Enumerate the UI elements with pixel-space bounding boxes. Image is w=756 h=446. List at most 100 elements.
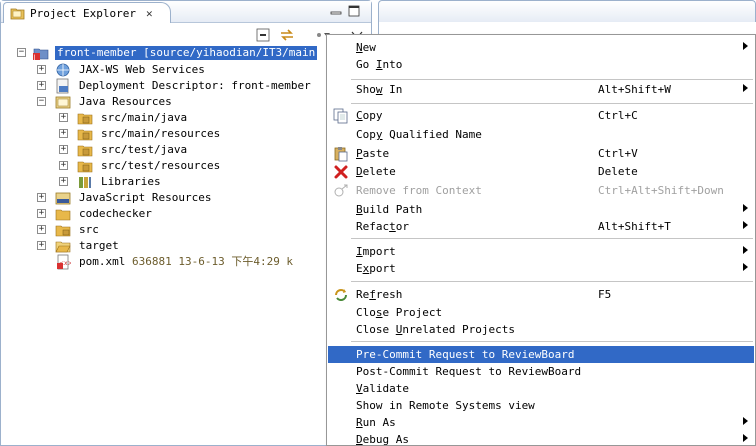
menu-item-pre-commit-review[interactable]: Pre-Commit Request to ReviewBoard — [328, 346, 754, 363]
expand-toggle[interactable]: + — [37, 65, 46, 74]
menu-separator — [351, 103, 753, 104]
menu-item-label: Build Path — [356, 203, 423, 216]
menu-item-shortcut: Alt+Shift+T — [598, 220, 671, 233]
menu-item-paste[interactable]: Paste Ctrl+V — [328, 145, 754, 162]
expand-toggle[interactable]: + — [59, 177, 68, 186]
maximize-icon[interactable] — [347, 4, 361, 18]
tree-row[interactable]: + src — [1, 222, 331, 238]
menu-item-show-in[interactable]: Show In Alt+Shift+W — [328, 81, 754, 98]
menu-item-copy-qualified-name[interactable]: Copy Qualified Name — [328, 126, 754, 143]
menu-separator — [351, 341, 753, 342]
expand-toggle[interactable]: + — [37, 81, 46, 90]
menu-item-label: Paste — [356, 147, 390, 160]
tree-row[interactable]: + src/main/resources — [1, 126, 331, 142]
tab-project-explorer[interactable]: Project Explorer ✕ — [3, 2, 171, 23]
project-explorer-icon — [10, 8, 25, 20]
source-folder-icon — [77, 113, 93, 125]
menu-item-import[interactable]: Import — [328, 243, 754, 260]
submenu-arrow-icon — [743, 417, 748, 425]
menu-item-run-as[interactable]: Run As — [328, 414, 754, 431]
menu-item-shortcut: Delete — [598, 165, 638, 178]
menu-item-debug-as[interactable]: Debug As — [328, 431, 754, 446]
menu-item-label: Show in Remote Systems view — [356, 399, 535, 412]
submenu-arrow-icon — [743, 204, 748, 212]
menu-item-export[interactable]: Export — [328, 260, 754, 277]
menu-item-delete[interactable]: Delete Delete — [328, 163, 754, 180]
copy-icon — [333, 108, 348, 124]
tree-item-label: pom.xml — [79, 255, 126, 268]
xml-file-icon: <x> — [57, 254, 71, 270]
menu-item-label: Close Project — [356, 306, 443, 319]
project-name: front-member — [57, 46, 137, 59]
project-decoration: [source/yihaodian/IT3/main — [143, 46, 316, 59]
menu-separator — [351, 79, 753, 80]
menu-item-label: Refresh — [356, 288, 403, 301]
minimize-icon[interactable] — [329, 4, 343, 18]
folder-icon — [55, 209, 71, 221]
expand-toggle[interactable]: + — [59, 161, 68, 170]
menu-item-build-path[interactable]: Build Path — [328, 201, 754, 218]
tree-row-project[interactable]: − J front-member [source/yihaodian/IT3/m… — [1, 45, 331, 61]
menu-item-shortcut: Ctrl+V — [598, 147, 638, 160]
paste-icon — [334, 147, 348, 162]
menu-item-label: Copy — [356, 109, 383, 122]
tree-row[interactable]: + target — [1, 238, 331, 254]
menu-item-post-commit-review[interactable]: Post-Commit Request to ReviewBoard — [328, 363, 754, 380]
menu-item-close-project[interactable]: Close Project — [328, 304, 754, 321]
submenu-arrow-icon — [743, 434, 748, 442]
expand-toggle[interactable]: + — [59, 145, 68, 154]
menu-item-remove-from-context: Remove from Context Ctrl+Alt+Shift+Down — [328, 182, 754, 199]
menu-item-label: Run As — [356, 416, 396, 429]
remove-context-icon — [334, 184, 348, 197]
menu-item-label: New — [356, 41, 376, 54]
view-title: Project Explorer — [30, 6, 136, 20]
expand-toggle[interactable]: + — [37, 209, 46, 218]
tree-row[interactable]: + src/test/resources — [1, 158, 331, 174]
menu-item-label: Debug As — [356, 433, 409, 446]
menu-item-validate[interactable]: Validate — [328, 380, 754, 397]
refresh-icon — [335, 289, 347, 301]
submenu-arrow-icon — [743, 263, 748, 271]
source-folder-icon — [77, 145, 93, 157]
menu-item-refactor[interactable]: Refactor Alt+Shift+T — [328, 218, 754, 235]
project-icon: J — [33, 48, 49, 61]
close-icon[interactable]: ✕ — [146, 7, 153, 20]
expand-toggle[interactable]: + — [37, 193, 46, 202]
libraries-icon — [79, 177, 91, 188]
expand-toggle[interactable]: + — [37, 225, 46, 234]
menu-item-label: Copy Qualified Name — [356, 128, 482, 141]
collapse-toggle[interactable]: − — [17, 48, 26, 57]
tree-row[interactable]: + Deployment Descriptor: front-member — [1, 78, 331, 94]
expand-toggle[interactable]: + — [37, 241, 46, 250]
menu-item-label: Close Unrelated Projects — [356, 323, 515, 336]
menu-item-copy[interactable]: Copy Ctrl+C — [328, 107, 754, 124]
expand-toggle[interactable]: + — [59, 129, 68, 138]
submenu-arrow-icon — [743, 221, 748, 229]
delete-icon — [334, 165, 348, 179]
tree-row[interactable]: + src/test/java — [1, 142, 331, 158]
menu-separator — [351, 281, 753, 282]
tree-row[interactable]: − Java Resources — [1, 94, 331, 110]
tree-row[interactable]: + codechecker — [1, 206, 331, 222]
tree-row[interactable]: + Libraries — [1, 174, 331, 190]
collapse-toggle[interactable]: − — [37, 97, 46, 106]
menu-item-refresh[interactable]: Refresh F5 — [328, 286, 754, 303]
menu-item-go-into[interactable]: Go Into — [328, 56, 754, 73]
menu-item-label: Refactor — [356, 220, 409, 233]
link-with-editor-icon[interactable] — [279, 27, 295, 43]
tree-row[interactable]: <x> pom.xml 636881 13-6-13 下午4:29 k — [1, 254, 331, 270]
expand-toggle[interactable]: + — [59, 113, 68, 122]
menu-item-close-unrelated-projects[interactable]: Close Unrelated Projects — [328, 321, 754, 338]
tree-item-label: Libraries — [101, 175, 161, 188]
tree-row[interactable]: + src/main/java — [1, 110, 331, 126]
source-folder-icon — [77, 161, 93, 173]
tree-row[interactable]: + JAX-WS Web Services — [1, 62, 331, 78]
tree-item-label: src — [79, 223, 99, 236]
source-folder-icon — [77, 129, 93, 141]
tree-row[interactable]: + JavaScript Resources — [1, 190, 331, 206]
menu-item-label: Pre-Commit Request to ReviewBoard — [356, 348, 575, 361]
menu-item-new[interactable]: New — [328, 39, 754, 56]
tree-item-label: src/test/resources — [101, 159, 221, 172]
menu-item-show-in-remote-systems[interactable]: Show in Remote Systems view — [328, 397, 754, 414]
collapse-all-icon[interactable] — [255, 27, 271, 43]
